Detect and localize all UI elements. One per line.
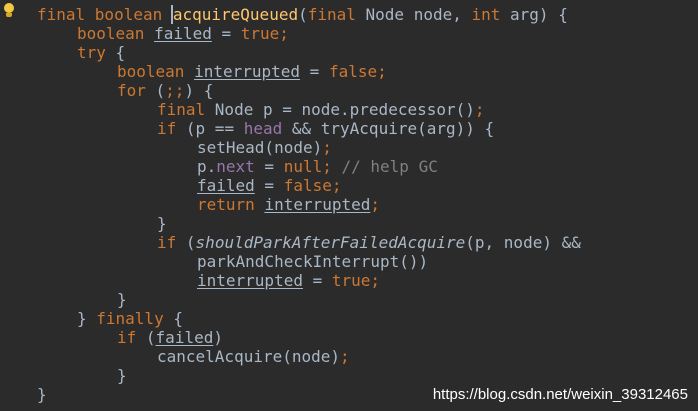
code-token: next [216, 157, 255, 176]
code-token: // help GC [331, 157, 438, 176]
code-token: try [77, 43, 116, 62]
code-token: interrupted [264, 195, 371, 214]
lightbulb-globe [4, 3, 14, 13]
code-token: final boolean [37, 5, 172, 24]
lightbulb-icon[interactable] [3, 3, 15, 19]
code-token: interrupted [194, 62, 301, 81]
code-token: null [283, 157, 323, 176]
code-token: if [117, 328, 146, 347]
code-token: return [197, 195, 265, 214]
code-line[interactable]: parkAndCheckInterrupt()) [197, 252, 428, 271]
code-token: boolean [117, 62, 195, 81]
code-line[interactable]: cancelAcquire(node); [157, 347, 350, 366]
code-token: } [117, 290, 127, 309]
code-token: finally [96, 309, 174, 328]
code-token: cancelAcquire(node) [157, 347, 341, 366]
code-token: = [254, 176, 284, 195]
code-token: failed [154, 24, 212, 43]
code-token: if [157, 233, 186, 252]
code-token: = [300, 62, 329, 81]
code-token: ( [185, 233, 196, 252]
code-token: Node node, [365, 5, 472, 24]
code-token: p. [197, 157, 217, 176]
code-token: } [77, 309, 97, 328]
code-token: { [115, 43, 126, 62]
code-line[interactable]: interrupted = true; [197, 271, 380, 290]
code-token: false [283, 176, 332, 195]
code-line[interactable]: if (shouldParkAfterFailedAcquire(p, node… [157, 233, 581, 252]
code-token: failed [197, 176, 255, 195]
code-token: ; [331, 176, 342, 195]
code-token: failed [155, 328, 214, 347]
code-token: final [157, 100, 215, 119]
code-line[interactable]: setHead(node); [197, 138, 332, 157]
code-token: if [157, 119, 186, 138]
code-token: } [117, 366, 127, 385]
code-token: ( [155, 81, 166, 100]
code-token: = [302, 271, 332, 290]
code-line[interactable]: boolean failed = true; [77, 24, 289, 43]
code-token: ) { [184, 81, 214, 100]
code-token: ) [213, 328, 223, 347]
code-token: ; [279, 24, 289, 43]
code-line[interactable]: return interrupted; [197, 195, 380, 214]
code-token: (p == [185, 119, 244, 138]
code-token: ; [322, 157, 332, 176]
code-line[interactable]: p.next = null; // help GC [197, 157, 438, 176]
lightbulb-base [6, 13, 12, 17]
watermark-text: https://blog.csdn.net/weixin_39312465 [432, 386, 688, 403]
code-line[interactable]: failed = false; [197, 176, 342, 195]
code-line[interactable]: final Node p = node.predecessor(); [157, 100, 485, 119]
code-token: true [240, 24, 280, 43]
code-editor[interactable]: final boolean acquireQueued(final Node n… [0, 0, 698, 411]
code-line[interactable]: for (;;) { [117, 81, 213, 100]
code-token: Node p = node.predecessor() [214, 100, 475, 119]
code-token: ( [298, 5, 308, 24]
code-token: interrupted [197, 271, 303, 290]
code-token: = [254, 157, 284, 176]
code-token: = [211, 24, 241, 43]
code-token: boolean [77, 24, 155, 43]
code-line[interactable]: boolean interrupted = false; [117, 62, 387, 81]
code-token: } [37, 385, 47, 404]
code-token: ; [474, 100, 485, 119]
code-token: ; [322, 138, 332, 157]
code-line[interactable]: } [157, 214, 167, 233]
code-token: ;; [165, 81, 185, 100]
code-token: true [331, 271, 371, 290]
code-token: int [471, 5, 511, 24]
code-token: && tryAcquire(arg)) { [282, 119, 495, 138]
code-token: ; [377, 62, 387, 81]
code-token: for [117, 81, 156, 100]
code-token: acquireQueued [170, 5, 299, 24]
code-token: head [243, 119, 283, 138]
code-token: ; [370, 195, 381, 214]
code-token: ( [145, 328, 156, 347]
code-token: { [173, 309, 183, 328]
code-line[interactable]: if (failed) [117, 328, 223, 347]
code-token: setHead(node) [197, 138, 323, 157]
code-line[interactable]: } [117, 366, 127, 385]
code-token: ; [340, 347, 350, 366]
code-line[interactable]: if (p == head && tryAcquire(arg)) { [157, 119, 494, 138]
code-token: ; [370, 271, 381, 290]
code-token: false [328, 62, 378, 81]
code-token: (p, node) && [465, 233, 581, 252]
code-token: parkAndCheckInterrupt()) [197, 252, 429, 271]
code-line[interactable]: try { [77, 43, 125, 62]
code-token: final [307, 5, 366, 24]
code-token: shouldParkAfterFailedAcquire [195, 233, 466, 252]
code-token: arg) { [510, 5, 568, 24]
code-token: } [157, 214, 167, 233]
code-line[interactable]: } [117, 290, 127, 309]
code-line[interactable]: final boolean acquireQueued(final Node n… [37, 5, 568, 24]
code-line[interactable]: } [37, 385, 47, 404]
code-line[interactable]: } finally { [77, 309, 183, 328]
